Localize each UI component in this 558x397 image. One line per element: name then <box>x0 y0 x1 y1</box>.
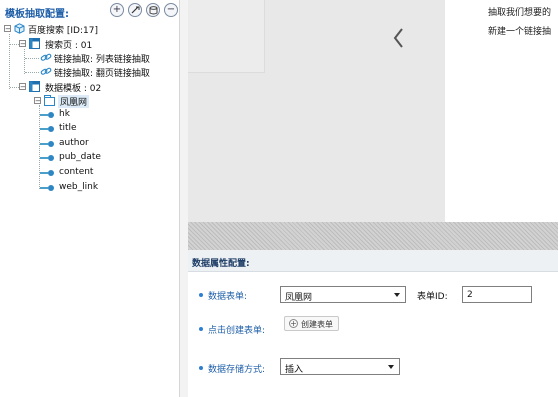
tree-label-root: 百度搜索 [ID:17] <box>28 26 98 36</box>
config-header: 数据属性配置: <box>188 250 558 272</box>
tree-label-link-page: 链接抽取: 翻页链接抽取 <box>54 69 150 79</box>
tree-field-label: title <box>59 123 77 133</box>
tree-field-label: web_link <box>59 182 99 192</box>
chevron-down-icon <box>394 293 400 297</box>
form-icon <box>44 95 55 106</box>
field-icon <box>40 141 54 147</box>
data-table-label: 数据表单: <box>208 292 248 302</box>
collapse-toggle[interactable]: − <box>4 25 11 33</box>
tree-node-link-page[interactable]: 链接抽取: 翻页链接抽取 <box>25 65 178 79</box>
link-edit-icon <box>131 6 140 14</box>
collapse-toggle[interactable]: − <box>19 83 26 91</box>
tree-connector <box>9 34 10 89</box>
tree-field-item[interactable]: pub_date <box>40 151 160 165</box>
collapse-toggle[interactable]: − <box>34 97 41 105</box>
vertical-scrollbar[interactable] <box>180 0 188 397</box>
tree-field-item[interactable]: content <box>40 166 160 180</box>
preview-thumbnail <box>188 0 265 73</box>
field-icon <box>40 185 54 191</box>
tree-connector <box>25 58 39 59</box>
table-id-label: 表单ID: <box>417 292 448 302</box>
panel-header: 模板抽取配置: + − <box>0 0 180 22</box>
field-icon <box>40 155 54 161</box>
table-id-value: 2 <box>467 290 473 300</box>
storage-method-value: 插入 <box>285 365 304 375</box>
table-icon <box>29 38 40 49</box>
database-button[interactable] <box>146 3 160 17</box>
add-button[interactable]: + <box>110 3 124 17</box>
tree-field-label: pub_date <box>59 152 101 162</box>
table-id-input[interactable]: 2 <box>462 286 532 303</box>
tree-field-item[interactable]: web_link <box>40 181 160 195</box>
field-icon <box>40 170 54 176</box>
chevron-left-icon[interactable] <box>392 27 404 49</box>
create-table-label: 点击创建表单: <box>208 326 266 336</box>
tree-node-search-page[interactable]: − 搜索页 : 01 <box>10 37 174 51</box>
tree-field-item[interactable]: title <box>40 122 160 136</box>
create-table-button-label: 创建表单 <box>301 320 333 329</box>
add-icon: + <box>112 4 122 15</box>
plus-circle-icon: + <box>289 319 298 328</box>
tree-node-link-list[interactable]: 链接抽取: 列表链接抽取 <box>25 51 178 65</box>
field-icon <box>40 112 54 118</box>
tree-field-item[interactable]: hk <box>40 108 160 122</box>
link-icon <box>40 67 52 75</box>
tree-connector <box>24 49 25 74</box>
tree-connector <box>10 87 19 88</box>
tree-label-fenghuang: 凤凰网 <box>58 95 90 108</box>
chevron-down-icon <box>388 365 394 369</box>
tree-label-link-list: 链接抽取: 列表链接抽取 <box>54 55 150 65</box>
config-title: 数据属性配置: <box>192 259 250 269</box>
panel-title: 模板抽取配置: <box>5 9 69 20</box>
tree-node-fenghuang[interactable]: − 凤凰网 <box>34 94 174 108</box>
splitter-bar[interactable] <box>188 222 558 250</box>
data-table-value: 凤凰网 <box>285 293 313 303</box>
tree-node-root[interactable]: − 百度搜索 [ID:17] <box>4 22 174 36</box>
field-icon <box>40 126 54 132</box>
data-table-select[interactable]: 凤凰网 <box>280 286 406 303</box>
database-icon <box>149 6 158 15</box>
link-icon <box>40 53 52 61</box>
template-config-panel: 模板抽取配置: + − − 百度搜索 [ID:17] − 搜索页: 01 链接… <box>0 0 180 397</box>
storage-method-select[interactable]: 插入 <box>280 358 400 375</box>
storage-method-label: 数据存储方式: <box>208 365 266 375</box>
create-table-button[interactable]: + 创建表单 <box>284 316 339 331</box>
table-icon <box>29 81 40 92</box>
cube-icon <box>14 23 25 34</box>
tree-node-data-template[interactable]: − 数据模板 : 02 <box>10 80 174 94</box>
bullet-icon <box>199 327 203 331</box>
tree-field-label: hk <box>59 109 70 119</box>
collapse-toggle[interactable]: − <box>19 40 26 48</box>
bullet-icon <box>199 366 203 370</box>
tree-field-item[interactable]: author <box>40 137 160 151</box>
bullet-icon <box>199 293 203 297</box>
link-edit-button[interactable] <box>128 3 142 17</box>
remove-icon: − <box>166 4 176 15</box>
preview-text-line: 新建一个链接抽 <box>488 27 552 37</box>
tree-label-data-template: 数据模板 : 02 <box>45 84 102 94</box>
remove-button[interactable]: − <box>164 3 178 17</box>
data-attribute-config-panel: 数据属性配置: 数据表单: 凤凰网 表单ID: 2 点击创建表单: + 创建表单… <box>188 250 558 397</box>
tree-label-search-page: 搜索页 : 01 <box>45 41 93 51</box>
tree-field-label: content <box>59 167 94 177</box>
tree-field-label: author <box>59 138 89 148</box>
tree-connector <box>25 72 39 73</box>
preview-text-line: 抽取我们想要的 <box>488 8 552 18</box>
tree-connector <box>10 44 19 45</box>
